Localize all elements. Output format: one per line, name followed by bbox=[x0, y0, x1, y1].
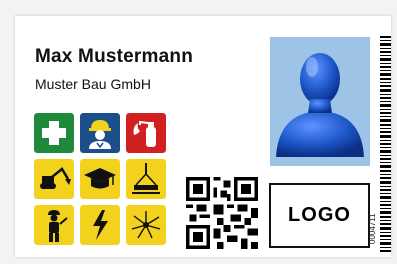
crane-hook-icon bbox=[126, 159, 166, 199]
qr-code bbox=[186, 177, 258, 249]
employee-photo bbox=[270, 37, 370, 166]
qualification-icons bbox=[34, 113, 166, 245]
company-name: Muster Bau GmbH bbox=[35, 76, 151, 92]
fire-extinguisher-icon bbox=[126, 113, 166, 153]
logo-text: LOGO bbox=[288, 204, 351, 226]
id-card: Max Mustermann Muster Bau GmbH LOGO 0004… bbox=[15, 16, 391, 257]
electrical-hazard-icon bbox=[80, 205, 120, 245]
safety-officer-icon bbox=[80, 113, 120, 153]
first-aid-icon bbox=[34, 113, 74, 153]
graduation-cap-icon bbox=[80, 159, 120, 199]
logo-placeholder: LOGO bbox=[269, 183, 370, 248]
barcode-number: 0004711 bbox=[368, 213, 377, 244]
person-silhouette-icon bbox=[276, 53, 364, 157]
excavator-icon bbox=[34, 159, 74, 199]
welding-spark-icon bbox=[126, 205, 166, 245]
employee-name: Max Mustermann bbox=[35, 46, 194, 67]
barcode bbox=[380, 36, 391, 252]
worker-icon bbox=[34, 205, 74, 245]
